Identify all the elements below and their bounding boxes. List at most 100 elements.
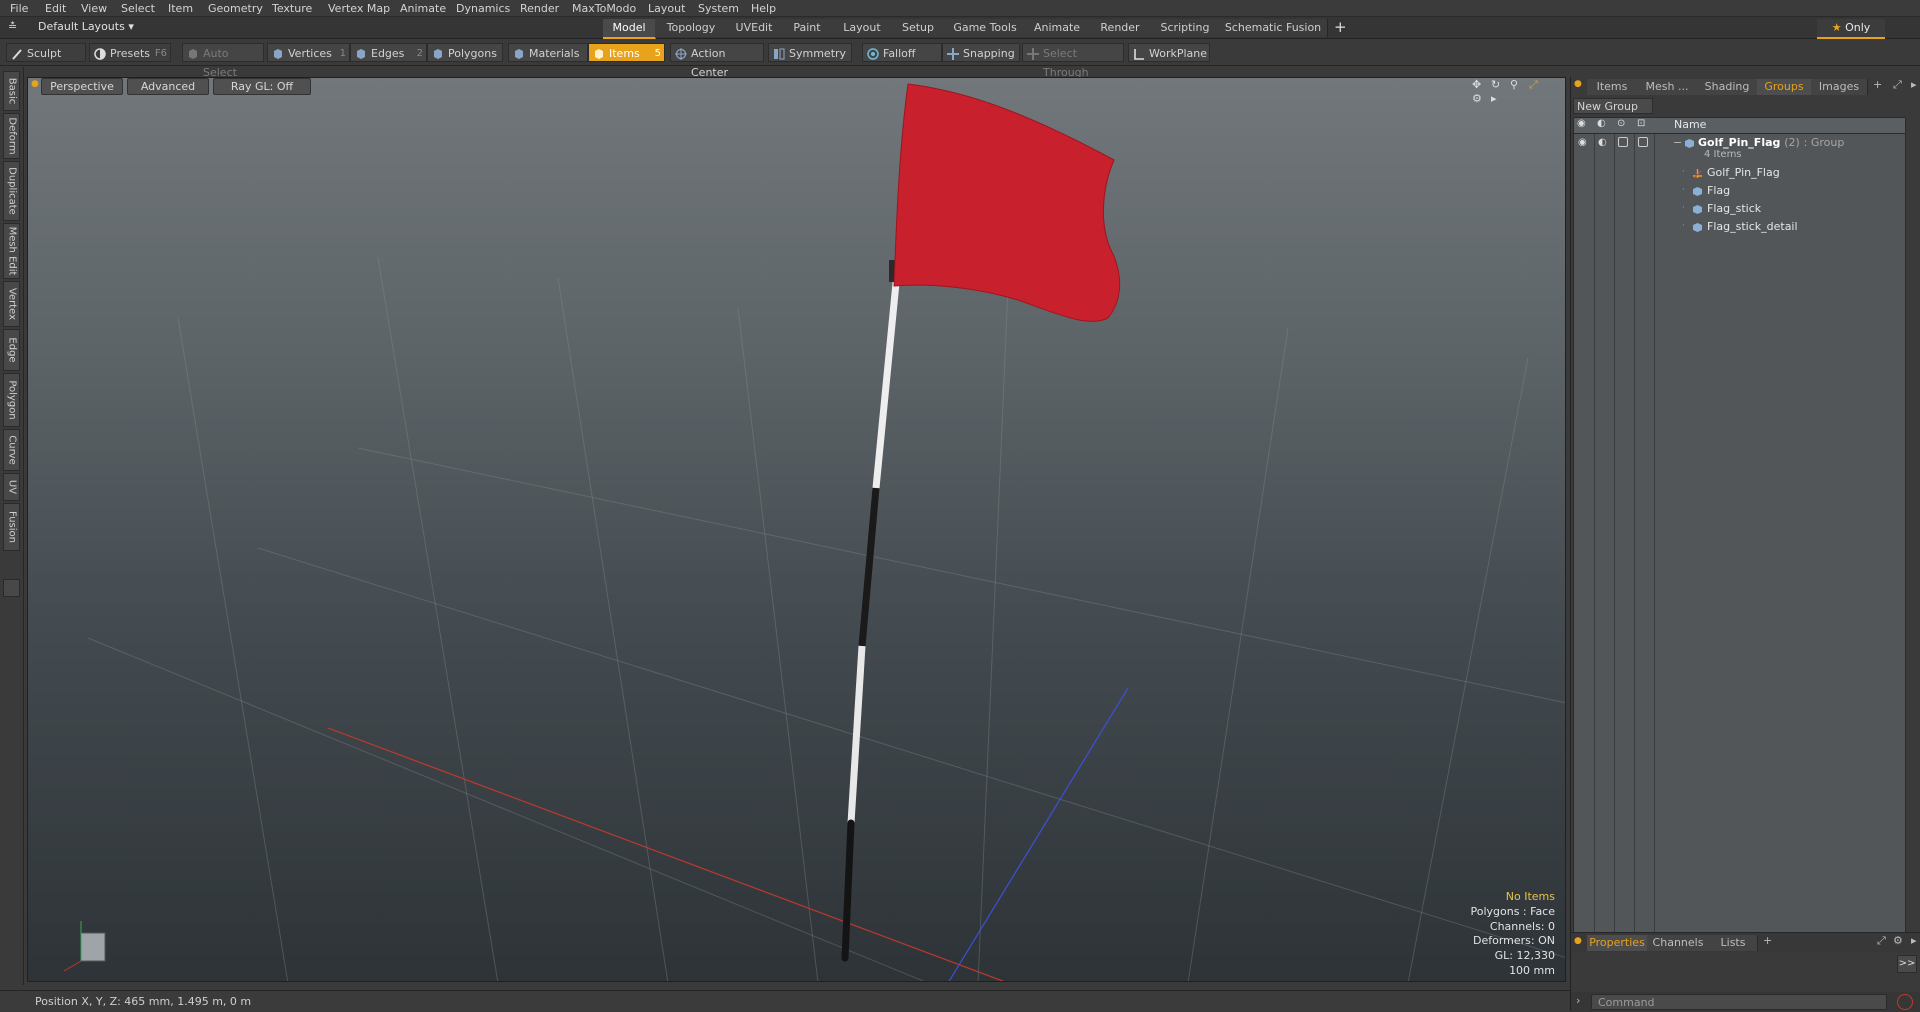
view-type-button[interactable]: Perspective (41, 78, 123, 95)
add-tab-icon[interactable]: + (1334, 18, 1347, 36)
tab-channels[interactable]: Channels (1647, 935, 1710, 951)
menu-texture[interactable]: Texture (272, 2, 312, 15)
menu-select[interactable]: Select (121, 2, 155, 15)
add-tab-icon[interactable]: + (1873, 78, 1882, 91)
symmetry-button[interactable]: Symmetry (768, 43, 852, 62)
panel-menu-icon[interactable]: ▸ (1911, 934, 1917, 947)
rotate-view-icon[interactable]: ↻ (1491, 78, 1506, 91)
polygons-button[interactable]: Polygons (427, 43, 503, 62)
lock-col-icon[interactable]: ⊙ (1617, 118, 1625, 129)
auto-select-button[interactable]: Auto Select (182, 43, 264, 79)
action-center-button[interactable]: Action Center (670, 43, 764, 79)
fit-view-icon[interactable]: ⤢ (1529, 78, 1544, 92)
add-tab-icon[interactable]: + (1763, 934, 1772, 947)
sculpt-button[interactable]: Sculpt (6, 43, 86, 62)
panel-dot-icon[interactable]: ● (1574, 79, 1582, 89)
list-item[interactable]: · Golf_Pin_Flag (1574, 164, 1905, 181)
tab-animate[interactable]: Animate (1025, 19, 1090, 37)
presets-button[interactable]: Presets F6 (89, 43, 171, 62)
list-item[interactable]: · Flag (1574, 182, 1905, 199)
select-col-icon[interactable]: ⊡ (1637, 118, 1645, 129)
tab-paint[interactable]: Paint (781, 19, 834, 37)
viewport-menu-icon[interactable]: ▸ (1491, 92, 1506, 105)
settings-icon[interactable]: ⚙ (1893, 934, 1903, 947)
menu-edit[interactable]: Edit (45, 2, 66, 15)
command-input[interactable]: Command (1591, 994, 1887, 1010)
viewport-settings-icon[interactable]: ⚙ (1472, 92, 1487, 105)
tab-groups[interactable]: Groups (1757, 79, 1812, 95)
tab-mesh[interactable]: Mesh ... (1637, 79, 1698, 95)
only-label: Only (1845, 21, 1871, 34)
tab-model[interactable]: Model (603, 19, 656, 39)
list-item[interactable]: · Flag_stick_detail (1574, 218, 1905, 235)
raygl-button[interactable]: Ray GL: Off (213, 78, 311, 95)
materials-button[interactable]: Materials (508, 43, 588, 62)
tab-mesh-edit[interactable]: Mesh Edit (3, 223, 20, 279)
visibility-col-icon[interactable]: ◉ (1577, 118, 1586, 129)
only-toggle[interactable]: ★ Only (1817, 19, 1885, 39)
tab-items[interactable]: Items (1587, 79, 1638, 95)
tab-setup[interactable]: Setup (891, 19, 946, 37)
bottom-dot-icon[interactable]: ● (1574, 936, 1582, 946)
tab-render[interactable]: Render (1089, 19, 1152, 37)
menu-dynamics[interactable]: Dynamics (456, 2, 510, 15)
tab-shading[interactable]: Shading (1697, 79, 1758, 95)
tab-uv[interactable]: UV (3, 473, 20, 501)
shading-mode-button[interactable]: Advanced (127, 78, 209, 95)
tab-scripting[interactable]: Scripting (1151, 19, 1220, 37)
tab-duplicate[interactable]: Duplicate (3, 161, 20, 221)
falloff-button[interactable]: Falloff (862, 43, 942, 62)
menu-vertex-map[interactable]: Vertex Map (328, 2, 390, 15)
zoom-view-icon[interactable]: ⚲ (1510, 78, 1525, 91)
vertices-button[interactable]: Vertices 1 (267, 43, 350, 62)
menu-system[interactable]: System (698, 2, 739, 15)
tab-lists[interactable]: Lists (1709, 935, 1758, 951)
menu-help[interactable]: Help (751, 2, 776, 15)
move-view-icon[interactable]: ✥ (1472, 78, 1487, 91)
edges-button[interactable]: Edges 2 (350, 43, 427, 62)
workplane-button[interactable]: WorkPlane (1128, 43, 1210, 62)
tree-line-icon: · (1682, 185, 1685, 195)
tab-basic[interactable]: Basic (3, 71, 20, 111)
list-item[interactable]: · Flag_stick (1574, 200, 1905, 217)
expand-panel-icon[interactable]: ⤢ (1877, 934, 1886, 948)
right-panel: ● Items Mesh ... Shading Groups Images +… (1570, 77, 1920, 1012)
tab-curve[interactable]: Curve (3, 429, 20, 471)
expand-arrows-button[interactable]: >> (1897, 955, 1917, 973)
select-through-button[interactable]: Select Through (1022, 43, 1124, 79)
tab-topology[interactable]: Topology (655, 19, 728, 37)
panel-menu-icon[interactable]: ▸ (1911, 78, 1917, 91)
menu-maxtomodo[interactable]: MaxToModo (572, 2, 636, 15)
record-icon[interactable] (1897, 994, 1913, 1010)
menu-item[interactable]: Item (168, 2, 193, 15)
expand-panel-icon[interactable]: ⤢ (1893, 78, 1902, 92)
snapping-button[interactable]: Snapping (942, 43, 1020, 62)
tab-deform[interactable]: Deform (3, 113, 20, 159)
menu-layout[interactable]: Layout (648, 2, 685, 15)
tab-game-tools[interactable]: Game Tools (945, 19, 1026, 37)
tab-layout[interactable]: Layout (833, 19, 892, 37)
viewport-dot-icon[interactable]: ● (31, 79, 39, 89)
tab-uvedit[interactable]: UVEdit (727, 19, 782, 37)
menu-geometry[interactable]: Geometry (208, 2, 263, 15)
tab-polygon[interactable]: Polygon (3, 373, 20, 427)
tab-fusion[interactable]: Fusion (3, 503, 20, 551)
render-col-icon[interactable]: ◐ (1597, 118, 1606, 129)
3d-viewport[interactable] (27, 77, 1566, 982)
items-button[interactable]: Items 5 (588, 43, 665, 62)
layout-selector[interactable]: Default Layouts ▾ (38, 20, 134, 33)
layout-collapse-icon[interactable]: ≛ (8, 20, 17, 33)
tab-uv-label: UV (6, 479, 17, 495)
tab-properties[interactable]: Properties (1587, 935, 1648, 951)
menu-animate[interactable]: Animate (400, 2, 446, 15)
left-extra-button[interactable] (3, 579, 20, 597)
new-group-button[interactable]: New Group (1573, 98, 1653, 114)
tab-edge[interactable]: Edge (3, 329, 20, 371)
menu-view[interactable]: View (81, 2, 107, 15)
menu-render[interactable]: Render (520, 2, 559, 15)
tab-images[interactable]: Images (1811, 79, 1868, 95)
tab-vertex[interactable]: Vertex (3, 281, 20, 327)
menu-file[interactable]: File (10, 2, 28, 15)
tab-schematic-fusion[interactable]: Schematic Fusion (1219, 19, 1328, 37)
name-column-header[interactable]: Name (1674, 118, 1706, 131)
